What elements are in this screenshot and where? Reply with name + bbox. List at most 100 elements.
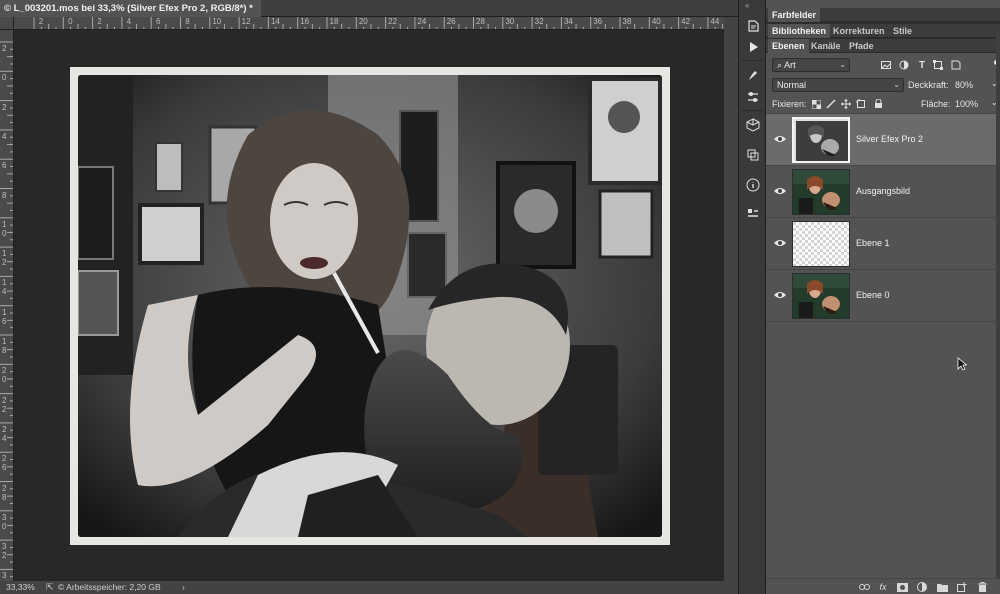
- ruler-label: 2: [97, 17, 102, 26]
- collapse-dock-icon[interactable]: «: [745, 1, 749, 10]
- mask-icon[interactable]: [896, 581, 908, 593]
- info-icon[interactable]: [743, 175, 763, 195]
- ruler-label: 8: [185, 17, 190, 26]
- lock-artboard-icon[interactable]: [855, 98, 867, 110]
- ruler-label: 16: [300, 17, 310, 26]
- panel-scrollbar[interactable]: [996, 30, 1000, 578]
- ruler-label: 26: [446, 17, 456, 26]
- search-icon: ⌕: [777, 60, 783, 70]
- ruler-label: 26: [2, 454, 7, 473]
- document-canvas[interactable]: [14, 30, 724, 581]
- zoom-level[interactable]: 33,33%: [6, 581, 35, 594]
- layer-thumbnail[interactable]: [792, 169, 850, 215]
- ruler-label: 40: [651, 17, 661, 26]
- status-bar: 33,33% ⇱ © Arbeitsspeicher: 2,20 GB ›: [0, 581, 738, 594]
- tab-farbfelder[interactable]: Farbfelder: [768, 8, 821, 22]
- lock-brush-icon[interactable]: [825, 98, 837, 110]
- chevron-down-icon: ⌄: [893, 80, 900, 89]
- ruler-label: 24: [2, 424, 7, 443]
- visibility-eye-icon[interactable]: [774, 186, 786, 196]
- tab-ebenen[interactable]: Ebenen: [768, 39, 809, 53]
- ruler-label: 14: [2, 278, 7, 297]
- layers-panel-footer: fx: [766, 578, 1000, 594]
- lock-all-icon[interactable]: [872, 98, 884, 110]
- layer-row-ebene-0[interactable]: Ebene 0: [766, 270, 996, 322]
- opacity-label: Deckkraft:: [908, 80, 949, 90]
- visibility-eye-icon[interactable]: [774, 290, 786, 300]
- barber-photo-illustration: [78, 75, 662, 537]
- ruler-label: 20: [358, 17, 368, 26]
- layer-row-ausgangsbild[interactable]: Ausgangsbild: [766, 166, 996, 218]
- trash-icon[interactable]: [976, 581, 988, 593]
- properties-icon[interactable]: [743, 203, 763, 223]
- export-icon[interactable]: ⇱: [46, 581, 54, 594]
- visibility-eye-icon[interactable]: [774, 238, 786, 248]
- opacity-value[interactable]: 80%: [955, 80, 973, 90]
- vertical-ruler[interactable]: 20246810121416182022242628303234: [0, 30, 14, 581]
- ruler-label: 18: [329, 17, 339, 26]
- tab-pfade[interactable]: Pfade: [845, 39, 878, 53]
- layer-name[interactable]: Ausgangsbild: [856, 186, 910, 196]
- layer-name[interactable]: Ebene 1: [856, 238, 890, 248]
- fill-value[interactable]: 100%: [955, 99, 978, 109]
- layer-thumbnail[interactable]: [792, 273, 850, 319]
- ruler-label: 44: [710, 17, 720, 26]
- layer-thumbnail[interactable]: [792, 221, 850, 267]
- layer-row-ebene-1[interactable]: Ebene 1: [766, 218, 996, 270]
- layers-panel-header: Ebenen Kanäle Pfade: [766, 39, 1000, 53]
- play-icon[interactable]: [743, 37, 763, 57]
- fill-label: Fläche:: [921, 99, 951, 109]
- panel-dock-strip: «: [738, 0, 766, 594]
- filter-pixel-icon[interactable]: [880, 59, 892, 71]
- ruler-label: 42: [681, 17, 691, 26]
- lock-move-icon[interactable]: [840, 98, 852, 110]
- layer-row-silver-efex[interactable]: Silver Efex Pro 2: [766, 114, 996, 166]
- layer-thumbnail[interactable]: [792, 117, 850, 163]
- horizontal-ruler[interactable]: 2 0 2 4 6 8 10 12 14 16 18 20 22 24 26 28 30 32 34 36 38 40 42…: [14, 17, 738, 30]
- layer-name[interactable]: Ebene 0: [856, 290, 890, 300]
- lock-transparency-icon[interactable]: [810, 98, 822, 110]
- document-tab[interactable]: © L_003201.mos bei 33,3% (Silver Efex Pr…: [0, 0, 261, 17]
- group-folder-icon[interactable]: [936, 581, 948, 593]
- status-menu-arrow[interactable]: ›: [182, 581, 185, 594]
- ruler-label: 8: [2, 190, 7, 200]
- memory-info: © Arbeitsspeicher: 2,20 GB: [58, 582, 161, 592]
- history-icon[interactable]: [743, 16, 763, 36]
- ruler-label: 38: [622, 17, 632, 26]
- ruler-corner[interactable]: [0, 17, 14, 30]
- new-layer-icon[interactable]: [956, 581, 968, 593]
- document-image[interactable]: [70, 67, 670, 545]
- paths-icon[interactable]: [743, 145, 763, 165]
- ruler-label: 18: [2, 337, 7, 355]
- blend-mode-dropdown[interactable]: Normal ⌄: [772, 78, 904, 92]
- ruler-label: 6: [2, 161, 7, 171]
- filter-shape-icon[interactable]: [932, 59, 944, 71]
- filter-smart-object-icon[interactable]: [950, 59, 962, 71]
- ruler-label: 2: [2, 102, 7, 112]
- barber-photo: [78, 75, 662, 537]
- visibility-eye-icon[interactable]: [774, 134, 786, 144]
- ruler-label: 4: [126, 17, 132, 26]
- ruler-label: 36: [593, 17, 603, 26]
- filter-text-icon[interactable]: T: [916, 59, 928, 71]
- document-tab-title: © L_003201.mos bei 33,3% (Silver Efex Pr…: [4, 3, 253, 14]
- tab-kanaele[interactable]: Kanäle: [807, 39, 845, 53]
- tab-korrekturen[interactable]: Korrekturen: [829, 24, 889, 38]
- tab-bibliotheken[interactable]: Bibliotheken: [768, 24, 831, 38]
- tab-stile[interactable]: Stile: [889, 24, 916, 38]
- layers-panel-dock: Farbfelder Bibliotheken Korrekturen Stil…: [766, 0, 1000, 594]
- canvas-pasteboard: [724, 17, 738, 581]
- adjust-icon[interactable]: [743, 87, 763, 107]
- layer-filter-dropdown[interactable]: ⌕ Art ⌄: [772, 58, 850, 72]
- fx-icon[interactable]: fx: [877, 581, 889, 593]
- layer-name[interactable]: Silver Efex Pro 2: [856, 134, 923, 144]
- link-icon[interactable]: [858, 581, 870, 593]
- ruler-label: 16: [2, 307, 7, 326]
- adjustment-layer-icon[interactable]: [916, 581, 928, 593]
- chevron-down-icon: ⌄: [839, 60, 846, 69]
- filter-adjustment-icon[interactable]: [898, 59, 910, 71]
- ruler-label: 24: [417, 17, 427, 26]
- ruler-label: 34: [563, 17, 573, 26]
- cube-3d-icon[interactable]: [743, 115, 763, 135]
- brush-settings-icon[interactable]: [743, 65, 763, 85]
